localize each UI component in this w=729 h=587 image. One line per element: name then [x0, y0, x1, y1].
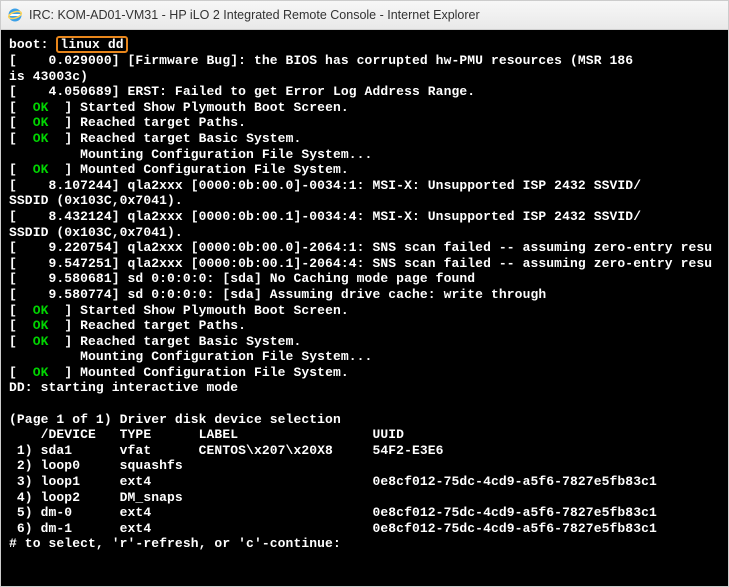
table-row: 5) dm-0 ext4 0e8cf012-75dc-4cd9-a5f6-782…: [9, 505, 657, 520]
ie-icon: [7, 7, 23, 23]
status-ok: OK: [33, 100, 49, 115]
log-line: Reached target Paths.: [80, 115, 246, 130]
table-row: 1) sda1 vfat CENTOS\x207\x20X8 54F2-E3E6: [9, 443, 444, 458]
select-prompt: # to select, 'r'-refresh, or 'c'-continu…: [9, 536, 341, 551]
log-line: Mounted Configuration File System.: [80, 162, 349, 177]
terminal-output: boot: linux dd [ 0.029000] [Firmware Bug…: [9, 36, 720, 552]
log-line: is 43003c): [9, 69, 88, 84]
table-row: 4) loop2 DM_snaps: [9, 490, 183, 505]
log-line: Reached target Paths.: [80, 318, 246, 333]
log-line: [ 9.580774] sd 0:0:0:0: [sda] Assuming d…: [9, 287, 546, 302]
log-line: Reached target Basic System.: [80, 334, 301, 349]
status-ok: OK: [33, 334, 49, 349]
log-line: SSDID (0x103C,0x7041).: [9, 193, 183, 208]
log-line: [ 8.432124] qla2xxx [0000:0b:00.1]-0034:…: [9, 209, 641, 224]
log-line: Started Show Plymouth Boot Screen.: [80, 100, 349, 115]
status-ok: OK: [33, 303, 49, 318]
log-line: Mounting Configuration File System...: [9, 147, 372, 162]
table-row: 2) loop0 squashfs: [9, 458, 183, 473]
dd-mode: DD: starting interactive mode: [9, 380, 238, 395]
page-header: (Page 1 of 1) Driver disk device selecti…: [9, 412, 341, 427]
log-line: Started Show Plymouth Boot Screen.: [80, 303, 349, 318]
log-line: Mounting Configuration File System...: [9, 349, 372, 364]
log-line: Mounted Configuration File System.: [80, 365, 349, 380]
window-frame: IRC: KOM-AD01-VM31 - HP iLO 2 Integrated…: [0, 0, 729, 587]
boot-command-highlight: linux dd: [56, 36, 127, 53]
log-line: [ 9.547251] qla2xxx [0000:0b:00.1]-2064:…: [9, 256, 712, 271]
log-line: SSDID (0x103C,0x7041).: [9, 225, 183, 240]
boot-label: boot:: [9, 37, 56, 52]
log-line: [ 9.220754] qla2xxx [0000:0b:00.0]-2064:…: [9, 240, 712, 255]
log-line: [ 8.107244] qla2xxx [0000:0b:00.0]-0034:…: [9, 178, 641, 193]
table-header: /DEVICE TYPE LABEL UUID: [9, 427, 404, 442]
status-ok: OK: [33, 365, 49, 380]
table-row: 6) dm-1 ext4 0e8cf012-75dc-4cd9-a5f6-782…: [9, 521, 657, 536]
log-line: Reached target Basic System.: [80, 131, 301, 146]
status-ok: OK: [33, 131, 49, 146]
window-title: IRC: KOM-AD01-VM31 - HP iLO 2 Integrated…: [29, 8, 480, 22]
log-line: [ 4.050689] ERST: Failed to get Error Lo…: [9, 84, 475, 99]
table-row: 3) loop1 ext4 0e8cf012-75dc-4cd9-a5f6-78…: [9, 474, 657, 489]
status-ok: OK: [33, 115, 49, 130]
title-bar[interactable]: IRC: KOM-AD01-VM31 - HP iLO 2 Integrated…: [1, 1, 728, 30]
log-line: [ 0.029000] [Firmware Bug]: the BIOS has…: [9, 53, 633, 68]
status-ok: OK: [33, 318, 49, 333]
status-ok: OK: [33, 162, 49, 177]
log-line: [ 9.580681] sd 0:0:0:0: [sda] No Caching…: [9, 271, 475, 286]
terminal[interactable]: boot: linux dd [ 0.029000] [Firmware Bug…: [1, 30, 728, 586]
